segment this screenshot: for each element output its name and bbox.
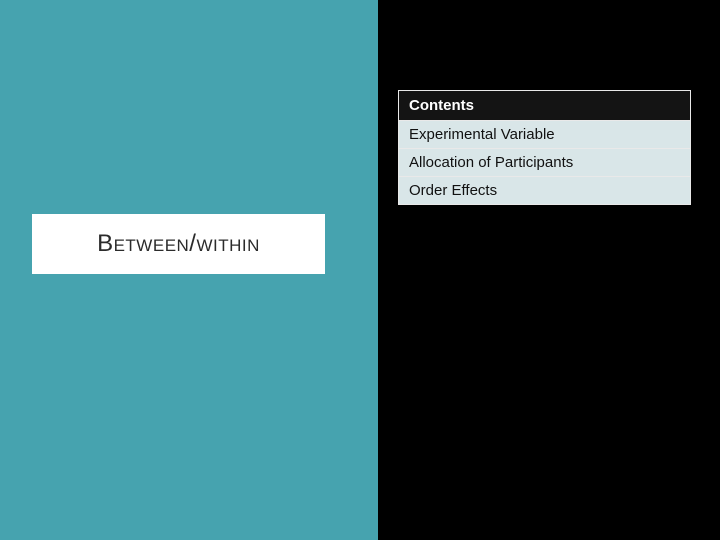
contents-header: Contents xyxy=(398,90,691,121)
contents-box: Contents Experimental Variable Allocatio… xyxy=(398,90,691,205)
slide-title: Between/within xyxy=(97,230,260,258)
right-panel xyxy=(378,0,720,540)
contents-item: Order Effects xyxy=(398,177,691,205)
contents-item: Experimental Variable xyxy=(398,121,691,149)
contents-item: Allocation of Participants xyxy=(398,149,691,177)
slide-title-card: Between/within xyxy=(32,214,325,274)
